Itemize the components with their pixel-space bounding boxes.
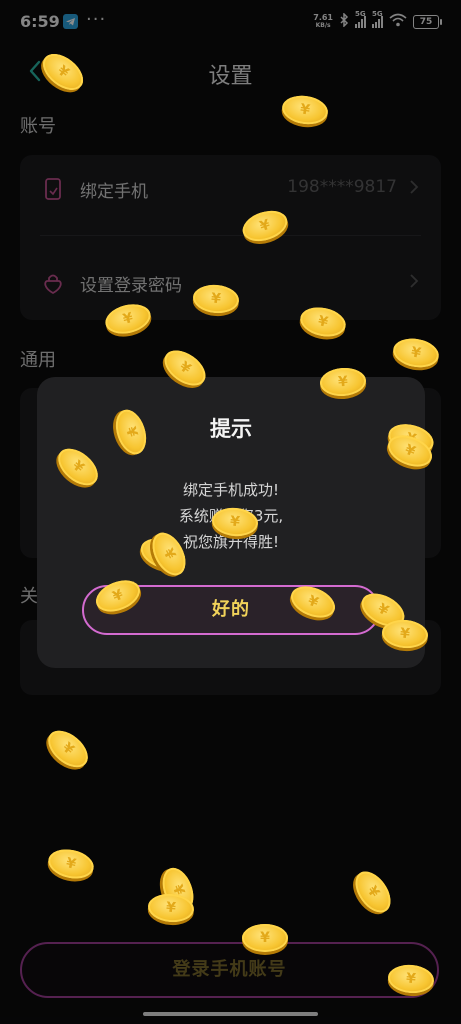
- coin-icon: [146, 892, 196, 924]
- settings-screen: 6:59 ··· 7.61 KB/s 5G 5G 75 设置 账号 绑定手机 1…: [0, 0, 461, 1024]
- coin-icon: [191, 283, 241, 315]
- dialog-title: 提示: [210, 417, 252, 441]
- coin-icon: [380, 618, 430, 650]
- coin-icon: [210, 506, 260, 538]
- coin-icon: [319, 366, 367, 398]
- coin-icon: [242, 924, 288, 952]
- coin-icon: [386, 963, 436, 995]
